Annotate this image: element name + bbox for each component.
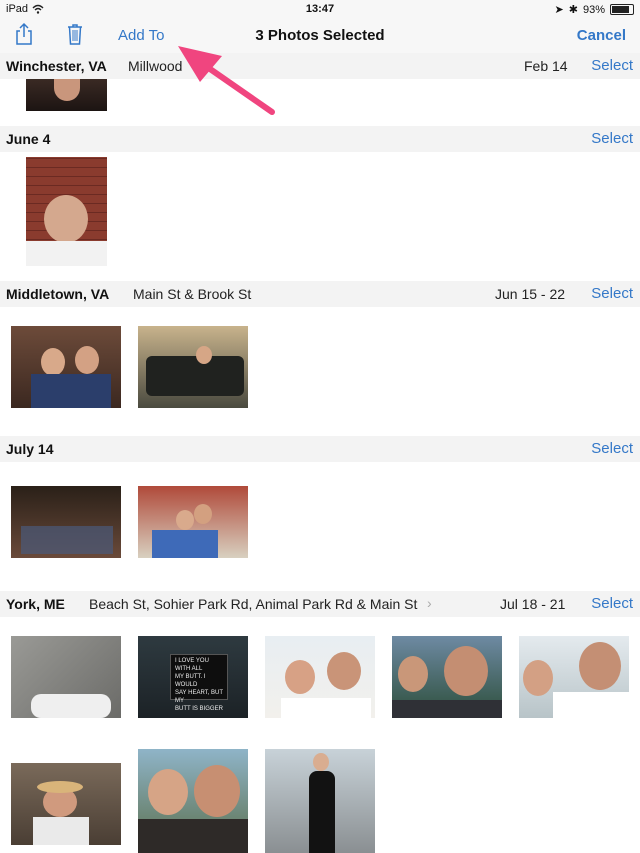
annotation-arrow xyxy=(178,46,275,115)
